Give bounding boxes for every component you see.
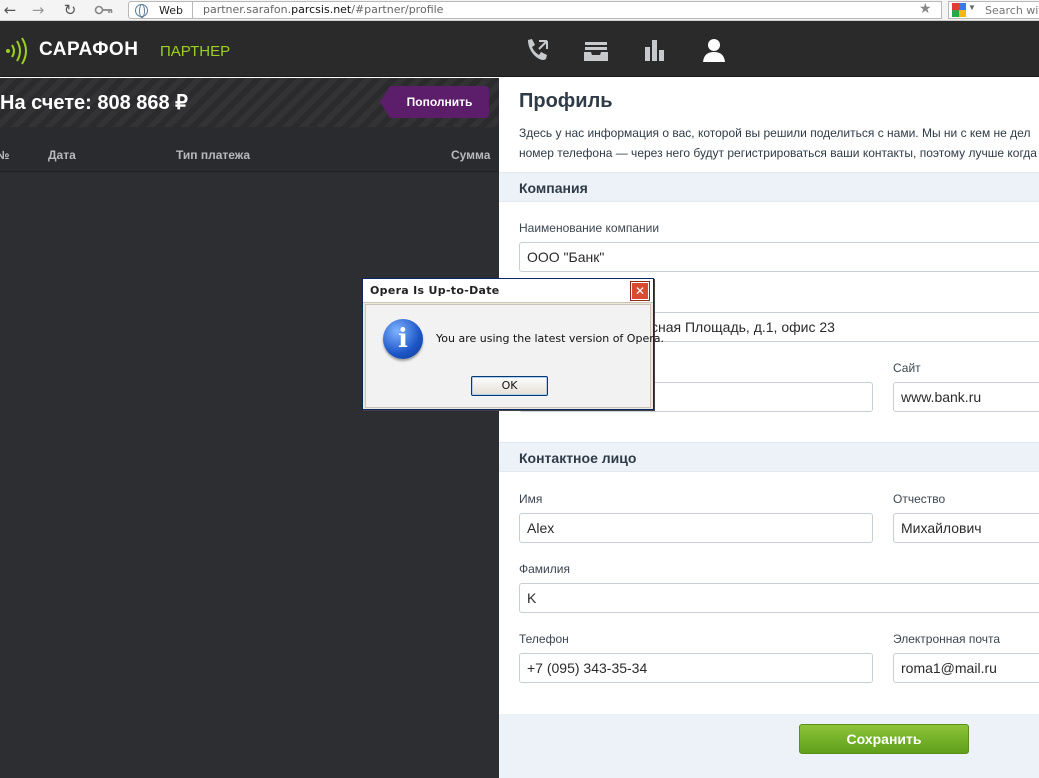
logo-name: САРАФОН — [39, 39, 139, 60]
key-icon[interactable] — [92, 1, 116, 19]
topup-button[interactable]: Пополнить — [380, 86, 489, 118]
google-icon — [952, 3, 966, 17]
company-section-header: Компания — [499, 172, 1039, 202]
col-payment-type[interactable]: Тип платежа — [176, 148, 250, 162]
company-name-field[interactable] — [519, 242, 1039, 272]
browser-search-box[interactable]: ▼ — [948, 1, 1039, 19]
dropdown-caret-icon: ▼ — [968, 3, 976, 12]
user-icon — [703, 39, 725, 62]
phone-icon — [528, 39, 548, 60]
search-engine-selector[interactable]: Web — [128, 1, 192, 19]
phone-label: Телефон — [519, 632, 569, 646]
page-title: Профиль — [519, 90, 613, 112]
email-field[interactable] — [893, 653, 1039, 683]
dialog-body: i You are using the latest version of Op… — [365, 304, 664, 408]
calls-nav-button[interactable] — [522, 35, 552, 65]
patronymic-field[interactable] — [893, 513, 1039, 543]
phone-field[interactable] — [519, 653, 873, 683]
first-name-label: Имя — [519, 492, 543, 506]
col-date[interactable]: Дата — [48, 148, 76, 162]
dialog-message: You are using the latest version of Oper… — [436, 332, 664, 345]
last-name-label: Фамилия — [519, 562, 570, 576]
reload-icon[interactable]: ↻ — [60, 1, 80, 19]
logo-subtitle: ПАРТНЕР — [160, 43, 231, 60]
contact-section-header: Контактное лицо — [499, 442, 1039, 472]
dialog-titlebar[interactable]: Opera Is Up-to-Date ✕ — [363, 279, 653, 303]
transactions-header: № Дата Тип платежа Сумма — [0, 127, 499, 172]
globe-icon — [135, 4, 148, 18]
bookmark-star-icon[interactable]: ★ — [919, 0, 932, 17]
forward-icon[interactable]: → — [28, 1, 48, 19]
opera-update-dialog: Opera Is Up-to-Date ✕ i You are using th… — [362, 278, 664, 410]
patronymic-label: Отчество — [893, 492, 946, 506]
last-name-field[interactable] — [519, 583, 1039, 613]
ok-button[interactable]: OK — [471, 376, 548, 396]
profile-intro: Здесь у нас информация о вас, которой вы… — [519, 123, 1039, 163]
profile-panel: Профиль Здесь у нас информация о вас, ко… — [499, 78, 1039, 778]
balance-bar: На счете: 808 868 ₽ Пополнить — [0, 78, 499, 127]
stats-nav-button[interactable] — [640, 35, 670, 65]
site-field[interactable] — [893, 382, 1039, 412]
search-engine-label: Web — [159, 4, 183, 17]
url-prefix: partner.sarafon. — [203, 3, 292, 16]
logo-signal-icon — [6, 37, 27, 65]
col-number[interactable]: № — [0, 148, 9, 162]
balance-amount: На счете: 808 868 ₽ — [0, 92, 188, 114]
intro-line-2: номер телефона — через него будут регист… — [519, 146, 1037, 160]
messages-nav-button[interactable] — [581, 35, 611, 65]
close-icon[interactable]: ✕ — [630, 281, 650, 301]
site-label: Сайт — [893, 361, 921, 375]
company-name-label: Наименование компании — [519, 221, 660, 235]
browser-search-input[interactable] — [985, 3, 1039, 17]
profile-nav-button[interactable] — [699, 35, 729, 65]
section-title: Контактное лицо — [519, 450, 637, 466]
address-bar[interactable]: partner.sarafon.parcsis.net/#partner/pro… — [192, 1, 942, 19]
dialog-title: Opera Is Up-to-Date — [370, 284, 500, 297]
account-panel: На счете: 808 868 ₽ Пополнить № Дата Тип… — [0, 78, 499, 778]
info-icon: i — [383, 319, 423, 359]
inbox-icon — [584, 42, 608, 61]
section-title: Компания — [519, 180, 588, 196]
intro-line-1: Здесь у нас информация о вас, которой вы… — [519, 126, 1031, 140]
browser-toolbar: ← → ↻ Web partner.sarafon.parcsis.net/#p… — [0, 0, 1039, 21]
email-label: Электронная почта — [893, 632, 1001, 646]
app-header: САРАФОН ПАРТНЕР — [0, 21, 1039, 77]
back-icon[interactable]: ← — [0, 1, 20, 19]
url-domain: parcsis.net — [291, 3, 352, 16]
save-button[interactable]: Сохранить — [799, 724, 969, 754]
chart-icon — [645, 40, 664, 61]
first-name-field[interactable] — [519, 513, 873, 543]
url-suffix: /#partner/profile — [351, 3, 444, 16]
col-amount[interactable]: Сумма — [451, 148, 490, 162]
